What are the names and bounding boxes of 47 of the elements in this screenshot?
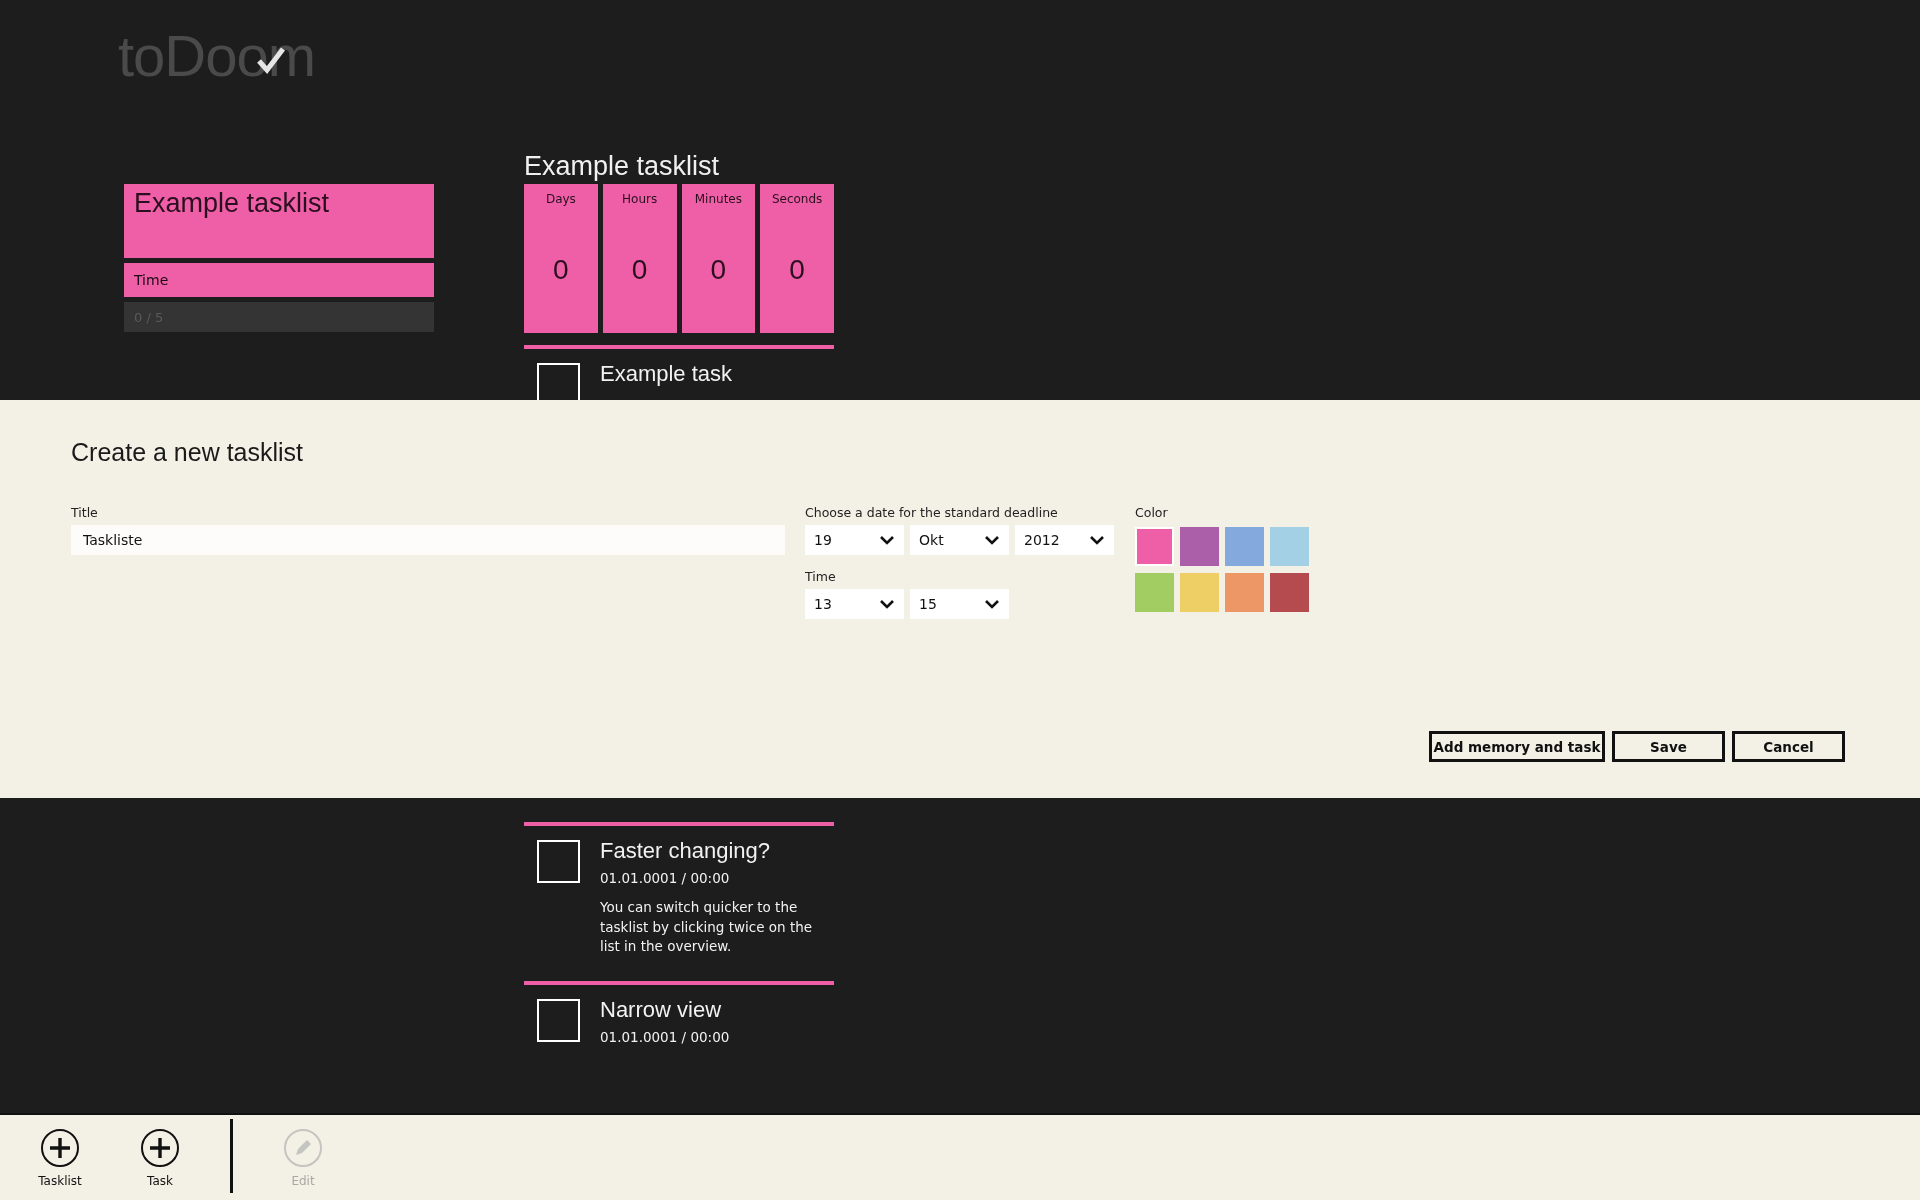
color-swatch[interactable]	[1180, 527, 1219, 566]
color-swatch[interactable]	[1135, 573, 1174, 612]
title-input[interactable]: Taskliste	[71, 525, 785, 555]
chevron-down-icon	[880, 599, 894, 609]
action-button[interactable]: Cancel	[1732, 731, 1845, 762]
app-bar-button[interactable]: Tasklist	[20, 1128, 100, 1188]
chevron-down-icon	[1090, 535, 1104, 545]
chevron-down-icon	[985, 535, 999, 545]
chevron-down-icon	[985, 599, 999, 609]
tasklist-title: Example tasklist	[524, 150, 721, 183]
countdown-tile: Hours 0	[602, 184, 677, 333]
plus-circle-icon	[40, 1128, 80, 1168]
pencil-icon	[283, 1128, 323, 1168]
field-label: Title	[71, 505, 99, 522]
action-button[interactable]: Save	[1612, 731, 1725, 762]
color-swatch[interactable]	[1270, 573, 1309, 612]
task-checkbox[interactable]	[537, 998, 580, 1042]
task-title: Example task	[600, 361, 733, 387]
action-button[interactable]: Add memory and task	[1429, 731, 1605, 762]
app-bar-button[interactable]: Task	[120, 1128, 200, 1188]
task-date: 01.01.0001 / 00:00	[600, 870, 731, 886]
color-swatch[interactable]	[1225, 573, 1264, 612]
dropdown[interactable]: 19	[805, 525, 904, 555]
plus-circle-icon	[140, 1128, 180, 1168]
panel-title: Create a new tasklist	[71, 438, 305, 467]
task-date: 01.01.0001 / 00:00	[600, 1028, 730, 1045]
tasklist-time: Time	[124, 263, 434, 297]
color-swatch[interactable]	[1180, 573, 1219, 612]
color-swatch[interactable]	[1270, 527, 1309, 566]
chevron-down-icon	[880, 535, 894, 545]
countdown-tile: Seconds 0	[760, 184, 834, 333]
tasklist-tile[interactable]: Example tasklist	[124, 184, 434, 258]
task-note: You can switch quicker to the tasklist by clicking twice on the list in the overview.	[600, 898, 814, 956]
field-label: Time	[805, 569, 837, 586]
color-swatch[interactable]	[1135, 527, 1174, 566]
task-title: Faster changing?	[600, 838, 771, 864]
dropdown[interactable]: Okt	[910, 525, 1009, 555]
task-title: Narrow view	[600, 996, 723, 1023]
countdown-tile: Minutes 0	[681, 184, 756, 333]
dropdown[interactable]: 13	[805, 589, 904, 619]
countdown-tile: Days 0	[524, 184, 598, 333]
field-label: Choose a date for the standard deadline	[805, 505, 1059, 522]
dropdown[interactable]: 15	[910, 589, 1009, 619]
task-checkbox[interactable]	[537, 840, 580, 883]
dropdown[interactable]: 2012	[1015, 525, 1114, 555]
color-swatch[interactable]	[1225, 527, 1264, 566]
field-label: Color	[1135, 505, 1169, 522]
